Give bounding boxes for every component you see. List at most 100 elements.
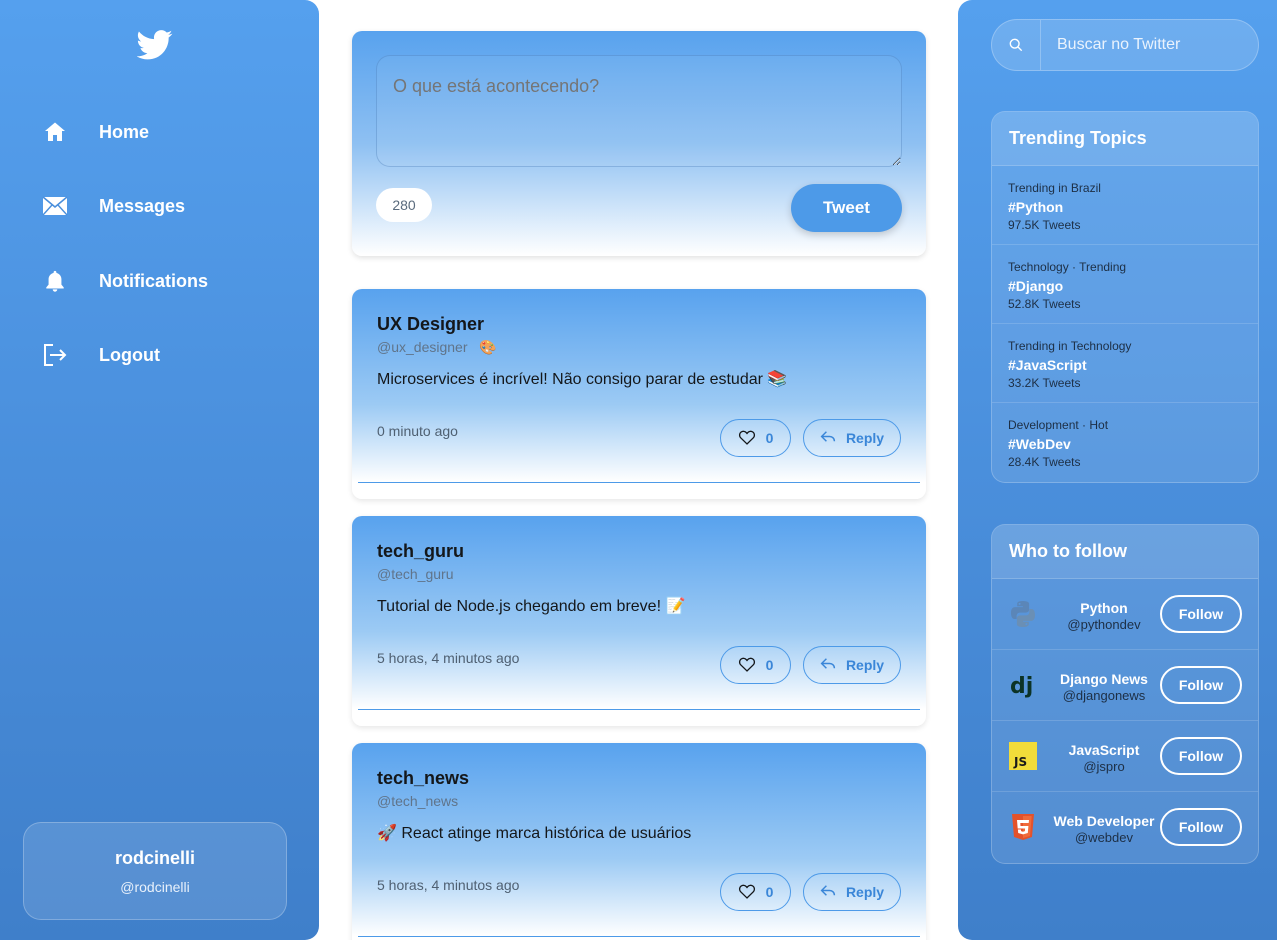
- nav-messages-label: Messages: [99, 195, 186, 216]
- nav-notifications-label: Notifications: [99, 270, 209, 291]
- compose-box: 280 Tweet: [352, 31, 926, 256]
- profile-name: rodcinelli: [114, 848, 195, 868]
- trend-count: 33.2K Tweets: [1008, 376, 1081, 390]
- nav-logout-label: Logout: [99, 344, 160, 365]
- follow-name: Django News: [1060, 671, 1148, 687]
- reply-label: Reply: [845, 657, 885, 673]
- reply-arrow-icon: [820, 884, 836, 900]
- trend-item[interactable]: Trending in Brazil #Python 97.5K Tweets: [992, 166, 1258, 245]
- trend-item[interactable]: Trending in Technology #JavaScript 33.2K…: [992, 324, 1258, 403]
- follow-suggestion: JS JavaScript @jspro Follow: [992, 721, 1258, 792]
- logout-icon: [40, 340, 70, 370]
- tweet-handle: @tech_news: [377, 793, 459, 809]
- envelope-icon: [40, 191, 70, 221]
- trend-count: 28.4K Tweets: [1008, 455, 1081, 469]
- reply-button[interactable]: Reply: [803, 873, 901, 911]
- reply-label: Reply: [845, 430, 885, 446]
- nav-logout[interactable]: Logout: [40, 335, 300, 375]
- trending-title: Trending Topics: [992, 112, 1258, 166]
- reply-label: Reply: [845, 884, 885, 900]
- who-to-follow-panel: Who to follow Python @pythondev Follow d…: [991, 524, 1259, 864]
- heart-icon: [738, 883, 756, 902]
- follow-handle: @webdev: [1074, 830, 1133, 845]
- like-count: 0: [765, 430, 774, 446]
- trend-context: Development · Hot: [1008, 418, 1109, 432]
- trend-hashtag: #Django: [1008, 278, 1064, 294]
- tweet-author[interactable]: UX Designer: [377, 314, 484, 335]
- nav-home-label: Home: [99, 121, 150, 142]
- search-icon[interactable]: [992, 20, 1041, 70]
- follow-name: JavaScript: [1068, 742, 1140, 758]
- tweet-author[interactable]: tech_news: [377, 768, 469, 789]
- like-count: 0: [765, 657, 774, 673]
- trend-count: 97.5K Tweets: [1008, 218, 1081, 232]
- reply-button[interactable]: Reply: [803, 646, 901, 684]
- right-sidebar: Trending Topics Trending in Brazil #Pyth…: [958, 0, 1277, 940]
- tweet-timestamp: 5 horas, 4 minutos ago: [377, 877, 520, 893]
- follow-name: Web Developer: [1053, 813, 1155, 829]
- tweet-card: tech_guru @tech_guru Tutorial de Node.js…: [352, 516, 926, 726]
- python-logo-icon: [1008, 599, 1038, 629]
- trend-context: Trending in Brazil: [1008, 181, 1101, 195]
- left-sidebar: Home Messages Notifications Logout rodci…: [0, 0, 319, 940]
- trend-context: Trending in Technology: [1008, 339, 1132, 353]
- nav-messages[interactable]: Messages: [40, 186, 300, 226]
- like-button[interactable]: 0: [720, 419, 791, 457]
- tweet-content: Tutorial de Node.js chegando em breve! 📝: [377, 598, 686, 615]
- follow-suggestion: dj Django News @djangonews Follow: [992, 650, 1258, 721]
- search-input[interactable]: [1042, 20, 1254, 70]
- tweet-handle-text: @ux_designer: [377, 339, 468, 355]
- follow-handle: @jspro: [1083, 759, 1125, 774]
- follow-button[interactable]: Follow: [1160, 808, 1242, 846]
- trending-panel: Trending Topics Trending in Brazil #Pyth…: [991, 111, 1259, 483]
- nav-home[interactable]: Home: [40, 112, 300, 152]
- twitter-bird-icon[interactable]: [136, 30, 173, 62]
- svg-text:JS: JS: [1013, 755, 1027, 769]
- trend-hashtag: #JavaScript: [1008, 357, 1087, 373]
- reply-arrow-icon: [820, 657, 836, 673]
- profile-card[interactable]: rodcinelli @rodcinelli: [23, 822, 287, 920]
- reply-button[interactable]: Reply: [803, 419, 901, 457]
- tweet-timestamp: 5 horas, 4 minutos ago: [377, 650, 520, 666]
- follow-handle: @djangonews: [1062, 688, 1146, 703]
- char-counter: 280: [376, 188, 432, 222]
- tweet-content: 🚀 React atinge marca histórica de usuári…: [377, 825, 692, 842]
- home-icon: [40, 117, 70, 147]
- nav-notifications[interactable]: Notifications: [40, 261, 300, 301]
- bell-icon: [40, 266, 70, 296]
- trend-item[interactable]: Development · Hot #WebDev 28.4K Tweets: [992, 403, 1258, 482]
- tweet-author[interactable]: tech_guru: [377, 541, 464, 562]
- like-button[interactable]: 0: [720, 646, 791, 684]
- tweet-divider: [358, 936, 920, 937]
- trend-hashtag: #WebDev: [1008, 436, 1071, 452]
- follow-suggestion: Python @pythondev Follow: [992, 579, 1258, 650]
- tweet-card: tech_news @tech_news 🚀 React atinge marc…: [352, 743, 926, 940]
- trend-hashtag: #Python: [1008, 199, 1064, 215]
- heart-icon: [738, 429, 756, 448]
- like-button[interactable]: 0: [720, 873, 791, 911]
- trend-context: Technology · Trending: [1008, 260, 1127, 274]
- tweet-timestamp: 0 minuto ago: [377, 423, 458, 439]
- svg-text:dj: dj: [1010, 674, 1033, 699]
- heart-icon: [738, 656, 756, 675]
- palette-emoji-icon: 🎨: [479, 339, 497, 355]
- javascript-logo-icon: JS: [1008, 741, 1038, 771]
- tweet-handle: @ux_designer 🎨: [377, 339, 497, 356]
- compose-input[interactable]: [376, 55, 902, 167]
- profile-handle: @rodcinelli: [120, 879, 190, 895]
- like-count: 0: [765, 884, 774, 900]
- follow-button[interactable]: Follow: [1160, 737, 1242, 775]
- follow-button[interactable]: Follow: [1160, 595, 1242, 633]
- tweet-divider: [358, 482, 920, 483]
- reply-arrow-icon: [820, 430, 836, 446]
- follow-name: Python: [1080, 600, 1128, 616]
- html5-logo-icon: [1008, 812, 1038, 842]
- tweet-divider: [358, 709, 920, 710]
- tweet-button[interactable]: Tweet: [791, 184, 902, 232]
- tweet-content: Microservices é incrível! Não consigo pa…: [377, 371, 788, 388]
- trend-item[interactable]: Technology · Trending #Django 52.8K Twee…: [992, 245, 1258, 324]
- tweet-card: UX Designer @ux_designer 🎨 Microservices…: [352, 289, 926, 499]
- follow-button[interactable]: Follow: [1160, 666, 1242, 704]
- follow-suggestion: Web Developer @webdev Follow: [992, 792, 1258, 863]
- trend-count: 52.8K Tweets: [1008, 297, 1081, 311]
